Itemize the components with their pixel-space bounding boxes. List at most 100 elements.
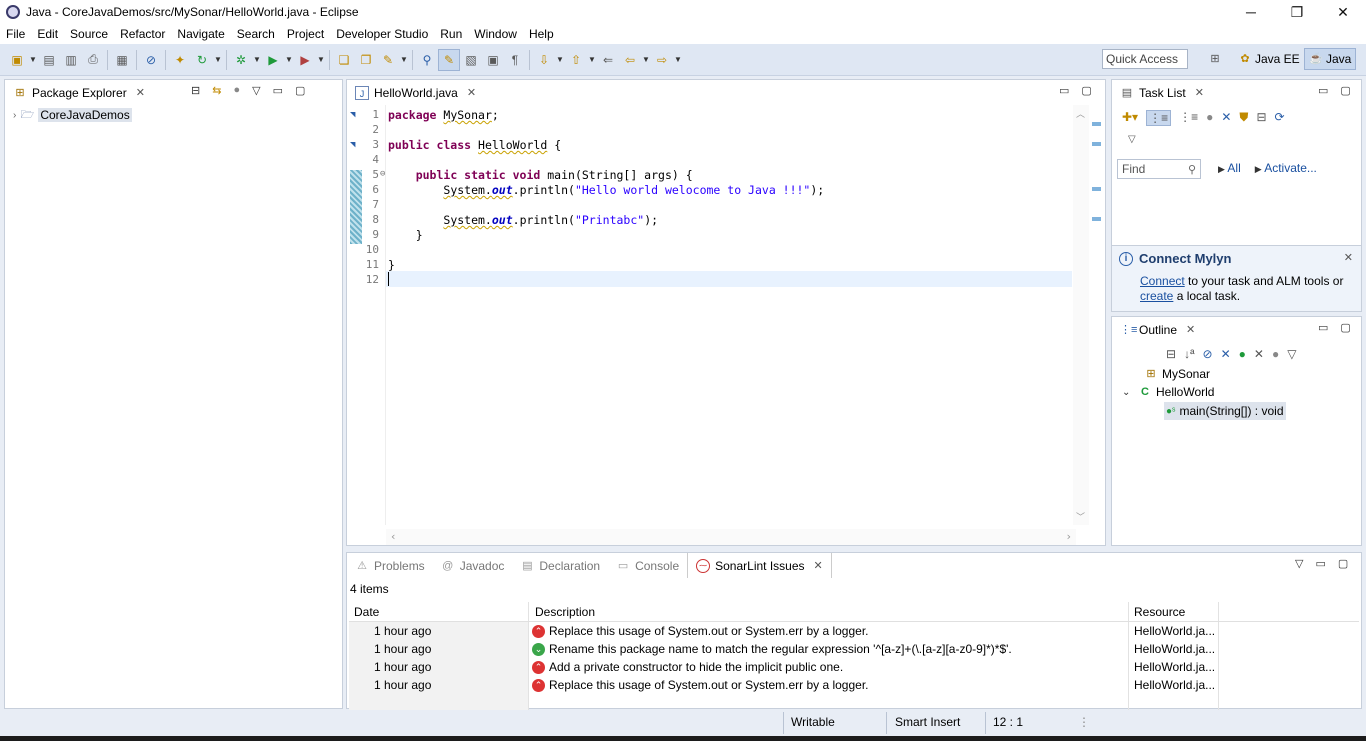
scroll-left-icon[interactable]: ‹ [390, 530, 397, 543]
collapse-chevron-icon[interactable]: ⌄ [1122, 387, 1134, 398]
show-whitespace-icon[interactable]: ▣ [482, 49, 504, 71]
scroll-down-icon[interactable]: ﹀ [1076, 510, 1085, 523]
debug-icon[interactable]: ✲ [230, 49, 252, 71]
open-perspective-button[interactable]: ⊞ [1204, 48, 1226, 70]
outline-item-class[interactable]: ⌄ C HelloWorld [1122, 385, 1214, 399]
open-type-icon[interactable]: ❏ [333, 49, 355, 71]
forward-icon[interactable]: ⇨ [651, 49, 673, 71]
focus-icon[interactable]: ● [1206, 110, 1213, 126]
menu-run[interactable]: Run [434, 27, 468, 41]
menu-developer-studio[interactable]: Developer Studio [330, 27, 434, 41]
close-icon[interactable]: ✕ [467, 86, 476, 99]
quick-access-input[interactable]: Quick Access [1102, 49, 1188, 69]
expand-chevron-icon[interactable]: › [13, 110, 16, 121]
block-selection-icon[interactable]: ▧ [460, 49, 482, 71]
view-menu-icon[interactable]: ▽ [1287, 347, 1296, 361]
maximize-view-icon[interactable]: ▢ [1340, 321, 1350, 334]
maximize-view-icon[interactable]: ▢ [1338, 557, 1348, 570]
table-row[interactable]: 1 hour ago ⌃ Replace this usage of System… [349, 622, 1359, 640]
close-icon[interactable]: ✕ [814, 559, 823, 572]
new-dropdown-icon[interactable]: ▼ [28, 55, 38, 64]
tree-item-project[interactable]: › 🗁 CoreJavaDemos [13, 108, 132, 122]
maximize-view-icon[interactable]: ▢ [295, 84, 305, 97]
close-icon[interactable]: ✕ [1344, 251, 1353, 264]
col-description[interactable]: Description [529, 602, 1129, 621]
collapse-all-icon[interactable]: ⊟ [1166, 347, 1176, 361]
save-icon[interactable]: ▤ [38, 49, 60, 71]
menu-navigate[interactable]: Navigate [171, 27, 230, 41]
hide-static-icon[interactable]: ✕ [1221, 347, 1231, 361]
next-annotation-icon[interactable]: ⚲ [416, 49, 438, 71]
back-icon[interactable]: ⇦ [619, 49, 641, 71]
connect-link[interactable]: Connect [1140, 274, 1185, 288]
overview-ruler[interactable] [1089, 105, 1105, 525]
scheduled-icon[interactable]: ⋮≡ [1179, 110, 1198, 126]
menu-source[interactable]: Source [64, 27, 114, 41]
col-resource[interactable]: Resource [1129, 602, 1219, 621]
tab-sonarlint-issues[interactable]: ⁓ SonarLint Issues ✕ [687, 553, 832, 578]
menu-window[interactable]: Window [468, 27, 523, 41]
view-menu-icon[interactable]: ▽ [1295, 557, 1303, 570]
scroll-right-icon[interactable]: › [1065, 530, 1072, 543]
save-all-icon[interactable]: ▥ [60, 49, 82, 71]
minimize-view-icon[interactable]: ▭ [1318, 321, 1328, 334]
hide-local-types-icon[interactable]: ✕ [1254, 347, 1264, 361]
status-insert-mode[interactable]: Smart Insert [895, 715, 960, 729]
prev-annotation-up-icon[interactable]: ⇧ [565, 49, 587, 71]
table-row[interactable]: 1 hour ago ⌃ Add a private constructor to… [349, 658, 1359, 676]
tab-declaration[interactable]: ▤ Declaration [512, 553, 608, 578]
hide-nonpublic-icon[interactable]: ● [1239, 347, 1246, 361]
minimize-view-icon[interactable]: ▭ [1059, 84, 1069, 97]
menu-project[interactable]: Project [281, 27, 330, 41]
close-icon[interactable]: ✕ [1195, 86, 1204, 99]
synchronize-icon[interactable]: ⟳ [1275, 110, 1285, 126]
pilcrow-icon[interactable]: ¶ [504, 49, 526, 71]
view-menu-icon[interactable]: ▽ [1128, 134, 1136, 145]
minimize-view-icon[interactable]: ▭ [1318, 84, 1328, 97]
perspective-java-ee[interactable]: ✿ Java EE [1234, 48, 1304, 70]
outline-item-method[interactable]: ●ˢ main(String[]) : void [1164, 402, 1286, 420]
new-icon[interactable]: ▣ [6, 49, 28, 71]
tab-problems[interactable]: ⚠ Problems [347, 553, 433, 578]
menu-help[interactable]: Help [523, 27, 560, 41]
task-find-input[interactable]: Find ⚲ [1117, 159, 1201, 179]
next-annotation-down-icon[interactable]: ⇩ [533, 49, 555, 71]
maximize-view-icon[interactable]: ▢ [1081, 84, 1091, 97]
maximize-view-icon[interactable]: ▢ [1340, 84, 1350, 97]
outline-item-package[interactable]: ⊞ MySonar [1144, 367, 1210, 381]
restore-button[interactable]: ❐ [1274, 0, 1320, 24]
skip-breakpoints-icon[interactable]: ⊘ [140, 49, 162, 71]
status-trim-handle-icon[interactable]: ⋮ [1078, 715, 1090, 729]
menu-file[interactable]: File [0, 27, 31, 41]
menu-search[interactable]: Search [231, 27, 281, 41]
collapse-all-icon[interactable]: ⊟ [1256, 110, 1266, 126]
activate-link[interactable]: ▶ Activate... [1255, 161, 1317, 175]
binary-icon[interactable]: ▦ [111, 49, 133, 71]
vertical-scrollbar[interactable]: ︿ ﹀ [1073, 105, 1089, 525]
tab-task-list[interactable]: ▤ Task List ✕ [1112, 80, 1212, 105]
create-link[interactable]: create [1140, 289, 1173, 303]
focus-icon[interactable]: ● [233, 84, 240, 97]
tab-package-explorer[interactable]: ⊞ Package Explorer ✕ [5, 80, 153, 105]
table-row[interactable]: 1 hour ago ⌃ Replace this usage of System… [349, 676, 1359, 694]
link-editor-icon[interactable]: ⇆ [212, 84, 221, 97]
collapse-all-icon[interactable]: ⊟ [191, 84, 200, 97]
minimize-view-icon[interactable]: ▭ [273, 84, 283, 97]
filter-icon[interactable]: ⛊ [1239, 110, 1248, 126]
print-icon[interactable]: ⎙ [82, 49, 104, 71]
view-menu-icon[interactable]: ▽ [252, 84, 260, 97]
menu-refactor[interactable]: Refactor [114, 27, 171, 41]
hide-completed-icon[interactable]: ✕ [1221, 110, 1231, 126]
minimize-view-icon[interactable]: ▭ [1315, 557, 1325, 570]
new-task-icon[interactable]: ✚▾ [1122, 110, 1138, 126]
focus-icon[interactable]: ● [1272, 347, 1279, 361]
close-icon[interactable]: ✕ [1186, 323, 1195, 336]
minimize-button[interactable]: ─ [1228, 0, 1274, 24]
close-icon[interactable]: ✕ [136, 86, 145, 99]
new-server-icon[interactable]: ✦ [169, 49, 191, 71]
hide-fields-icon[interactable]: ⊘ [1203, 347, 1213, 361]
col-date[interactable]: Date ^ [349, 602, 529, 621]
tab-javadoc[interactable]: @ Javadoc [433, 553, 513, 578]
refresh-icon[interactable]: ↻ [191, 49, 213, 71]
categorized-icon[interactable]: ⋮≡ [1146, 110, 1172, 126]
